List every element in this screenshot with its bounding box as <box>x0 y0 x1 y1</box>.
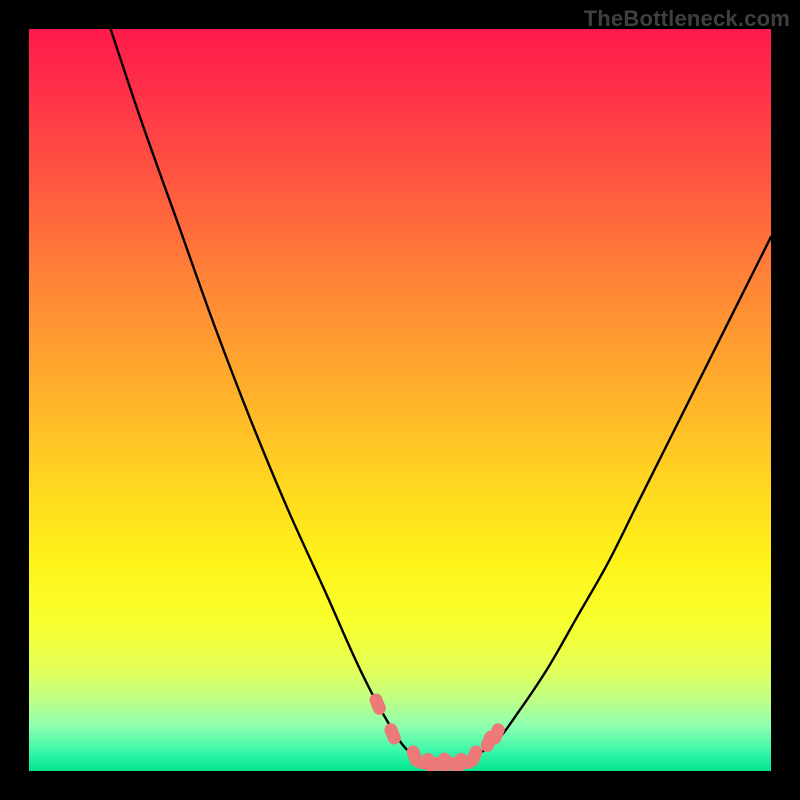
curve-group <box>111 29 771 764</box>
trough-marker <box>368 692 388 717</box>
watermark-text: TheBottleneck.com <box>584 6 790 32</box>
trough-marker <box>438 753 451 771</box>
bottleneck-curve-svg <box>29 29 771 771</box>
chart-frame: TheBottleneck.com <box>0 0 800 800</box>
trough-markers <box>368 692 507 771</box>
plot-area <box>29 29 771 771</box>
bottleneck-curve <box>111 29 771 764</box>
